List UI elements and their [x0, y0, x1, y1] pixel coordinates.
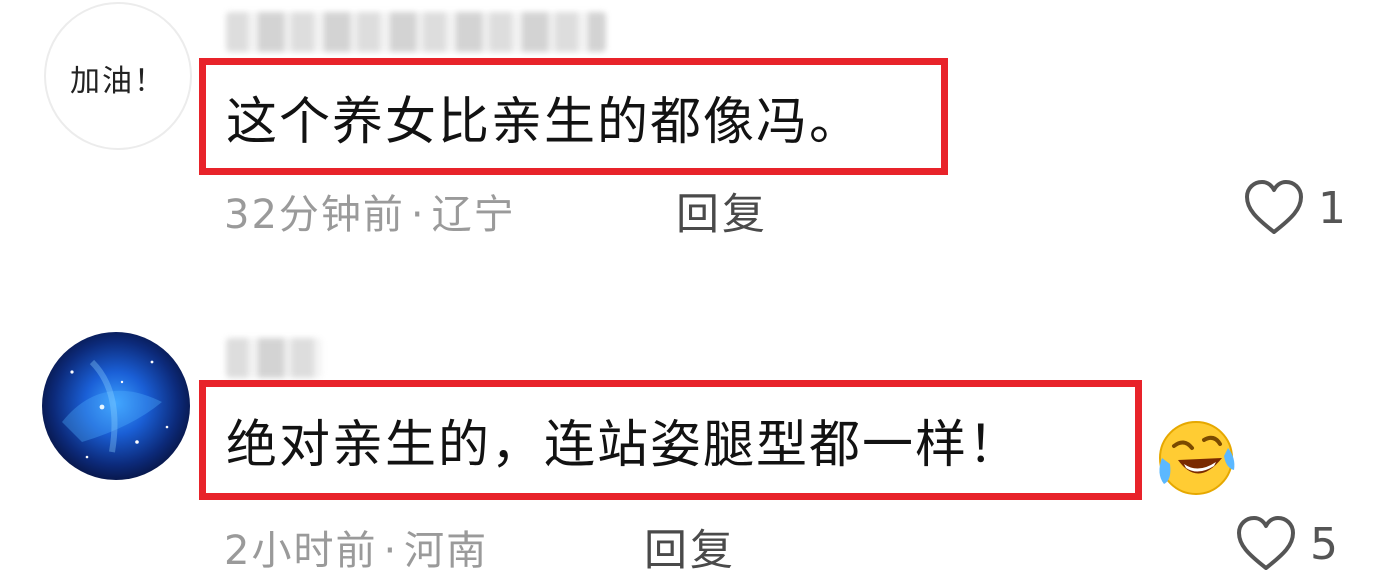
meta-separator: ·: [410, 192, 426, 238]
avatar[interactable]: [42, 332, 190, 480]
like-button[interactable]: 5: [1234, 514, 1338, 574]
heart-icon: [1245, 180, 1303, 234]
comment-text: 这个养女比亲生的都像冯。: [226, 92, 863, 152]
comment-item-1: 加油！ 这个养女比亲生的都像冯。 32分钟前 · 辽宁 回复 1: [0, 0, 1392, 290]
reply-button[interactable]: 回复: [676, 180, 768, 242]
comment-highlight-box: 这个养女比亲生的都像冯。: [199, 58, 948, 175]
meta-separator: ·: [383, 528, 399, 574]
reply-button[interactable]: 回复: [644, 516, 736, 578]
comment-time: 32分钟前: [224, 192, 405, 238]
like-count: 1: [1318, 182, 1346, 234]
comment-location: 河南: [404, 528, 489, 574]
comment-highlight-box: 绝对亲生的，连站姿腿型都一样！: [199, 380, 1142, 500]
comment-text: 绝对亲生的，连站姿腿型都一样！: [226, 416, 1022, 475]
username-blurred[interactable]: [226, 338, 322, 378]
galaxy-avatar-image: [42, 332, 190, 480]
comment-item-2: 绝对亲生的，连站姿腿型都一样！ 2小时前 · 河南 回复 5: [0, 318, 1392, 582]
laughing-crying-emoji-icon: [1159, 421, 1235, 495]
avatar[interactable]: 加油！: [44, 2, 192, 150]
comment-time: 2小时前: [224, 528, 378, 574]
like-button[interactable]: 1: [1242, 178, 1346, 238]
avatar-handwriting: 加油！: [70, 64, 166, 99]
username-blurred[interactable]: [226, 12, 606, 52]
comment-meta: 2小时前 · 河南: [224, 518, 488, 576]
comment-meta: 32分钟前 · 辽宁: [224, 182, 516, 240]
like-count: 5: [1310, 518, 1338, 570]
heart-icon: [1237, 516, 1295, 570]
comment-location: 辽宁: [431, 192, 516, 238]
